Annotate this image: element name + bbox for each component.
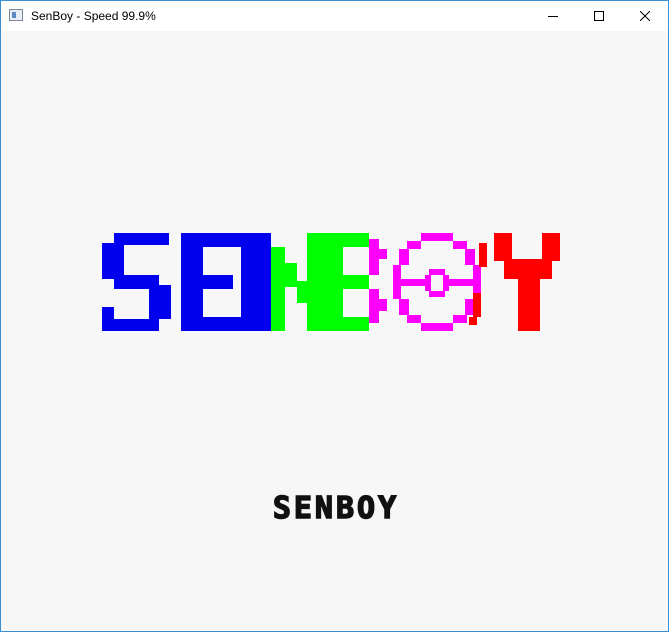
app-icon[interactable] bbox=[9, 9, 23, 21]
maximize-button[interactable] bbox=[576, 1, 622, 31]
close-button[interactable] bbox=[622, 1, 668, 31]
title-bar[interactable]: SenBoy - Speed 99.9% bbox=[1, 1, 668, 31]
logo-letter-s bbox=[102, 233, 171, 331]
logo-letter-n-left bbox=[241, 233, 271, 331]
logo-letter-e bbox=[181, 233, 241, 331]
logo-letter-b-edge bbox=[369, 239, 387, 323]
logo-letter-b bbox=[321, 233, 369, 331]
window-title: SenBoy - Speed 99.9% bbox=[31, 9, 156, 23]
logo-letter-n bbox=[271, 233, 329, 331]
senboy-logo bbox=[102, 233, 560, 331]
close-icon bbox=[640, 11, 650, 21]
logo-letter-y bbox=[469, 233, 560, 331]
logo-caption: SENBOY bbox=[272, 490, 400, 527]
logo-letter-o bbox=[393, 233, 481, 331]
maximize-icon bbox=[594, 11, 604, 21]
game-screen: SENBOY bbox=[1, 31, 668, 631]
minimize-button[interactable] bbox=[530, 1, 576, 31]
minimize-icon bbox=[548, 16, 558, 17]
app-window: SenBoy - Speed 99.9% SENBOY bbox=[0, 0, 669, 632]
